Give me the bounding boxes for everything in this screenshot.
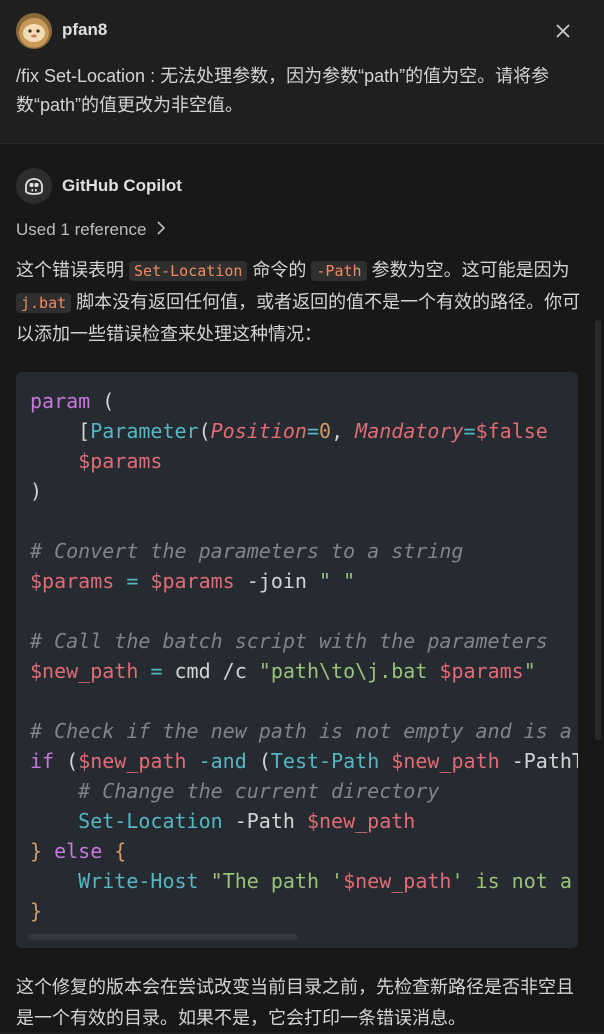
- code-token: (: [258, 749, 271, 773]
- code-token: ): [30, 479, 43, 503]
- code-token: -join: [234, 569, 320, 593]
- code-token: Test-Path: [270, 749, 380, 773]
- code-token: =: [138, 659, 175, 683]
- code-token: =: [114, 569, 151, 593]
- code-token: $false: [475, 419, 548, 443]
- code-token: ' is not a valid directory": [451, 869, 572, 893]
- code-token: $params: [78, 449, 163, 473]
- code-token: 0: [319, 419, 332, 443]
- code-token: $new_path: [391, 749, 500, 773]
- username: pfan8: [62, 20, 108, 39]
- code-token: Parameter: [90, 419, 199, 443]
- code-token: if: [30, 749, 55, 773]
- reference-toggle[interactable]: Used 1 reference: [16, 220, 166, 240]
- copilot-icon: [16, 168, 52, 204]
- code-token: $params: [439, 659, 524, 683]
- code-token: Position: [210, 419, 307, 443]
- code-token: $new_path: [343, 869, 452, 893]
- intro-text: 参数为空。这可能是因为: [366, 260, 570, 280]
- code-token: {: [102, 839, 127, 863]
- code-token: [: [30, 419, 91, 443]
- code-token: }: [30, 899, 43, 923]
- code-token: $params: [150, 569, 235, 593]
- code-token: $new_path: [30, 659, 139, 683]
- inline-code: Set-Location: [129, 261, 248, 281]
- code-token: # Convert the parameters to a string: [30, 539, 464, 563]
- code-token: ,: [331, 419, 356, 443]
- inline-code: -Path: [311, 261, 367, 281]
- request-panel: pfan8 /fix Set-Location : 无法处理参数，因为参数“pa…: [0, 0, 604, 144]
- user-avatar: [16, 13, 52, 49]
- request-text: /fix Set-Location : 无法处理参数，因为参数“path”的值为…: [16, 66, 550, 115]
- code-token: -Path: [222, 809, 307, 833]
- code-token: # Change the current directory: [30, 779, 440, 803]
- code-token: " ": [319, 569, 356, 593]
- agent-name: GitHub Copilot: [62, 176, 182, 195]
- code-token: (: [198, 419, 211, 443]
- code-token: # Check if the new path is not empty and…: [30, 719, 572, 743]
- code-token: =: [306, 419, 320, 443]
- code-token: =: [463, 419, 476, 443]
- code-token: -PathType Container)): [511, 749, 578, 773]
- close-icon[interactable]: [552, 20, 574, 42]
- intro-text: 这个错误表明: [16, 260, 130, 280]
- panel-scrollbar[interactable]: [595, 320, 601, 740]
- reference-label: Used 1 reference: [16, 220, 147, 239]
- code-token: else: [54, 839, 103, 863]
- intro-text: 脚本没有返回任何值，或者返回的值不是一个有效的路径。你可以添加一些错误检查来处理…: [16, 292, 581, 344]
- code-block[interactable]: param ( [Parameter(Position=0, Mandatory…: [16, 372, 578, 948]
- code-content: param ( [Parameter(Position=0, Mandatory…: [16, 372, 578, 926]
- outro-paragraph: 这个修复的版本会在尝试改变当前目录之前，先检查新路径是否非空且是一个有效的目录。…: [16, 977, 574, 1028]
- code-token: param: [30, 389, 91, 413]
- code-token: $params: [30, 569, 115, 593]
- code-token: "The path ': [210, 869, 344, 893]
- code-token: -and: [186, 749, 259, 773]
- inline-code: j.bat: [16, 293, 72, 313]
- code-token: Set-Location: [78, 809, 223, 833]
- code-token: Mandatory: [355, 419, 464, 443]
- code-token: }: [30, 839, 55, 863]
- intro-text: 命令的: [247, 260, 312, 280]
- code-token: (: [90, 389, 115, 413]
- code-token: $new_path: [78, 749, 187, 773]
- code-token: $new_path: [306, 809, 416, 833]
- code-token: # Call the batch script with the paramet…: [30, 629, 548, 653]
- chevron-right-icon: [156, 220, 166, 240]
- code-horizontal-scrollbar[interactable]: [28, 934, 298, 940]
- intro-paragraph: 这个错误表明 Set-Location 命令的 -Path 参数为空。这可能是因…: [16, 255, 588, 350]
- code-token: cmd /c: [174, 659, 259, 683]
- code-token: (: [54, 749, 79, 773]
- code-token: ": [523, 659, 536, 683]
- response-panel: GitHub Copilot Used 1 reference 这个错误表明 S…: [0, 144, 604, 1032]
- code-token: Write-Host: [78, 869, 199, 893]
- code-token: "path\to\j.bat: [258, 659, 440, 683]
